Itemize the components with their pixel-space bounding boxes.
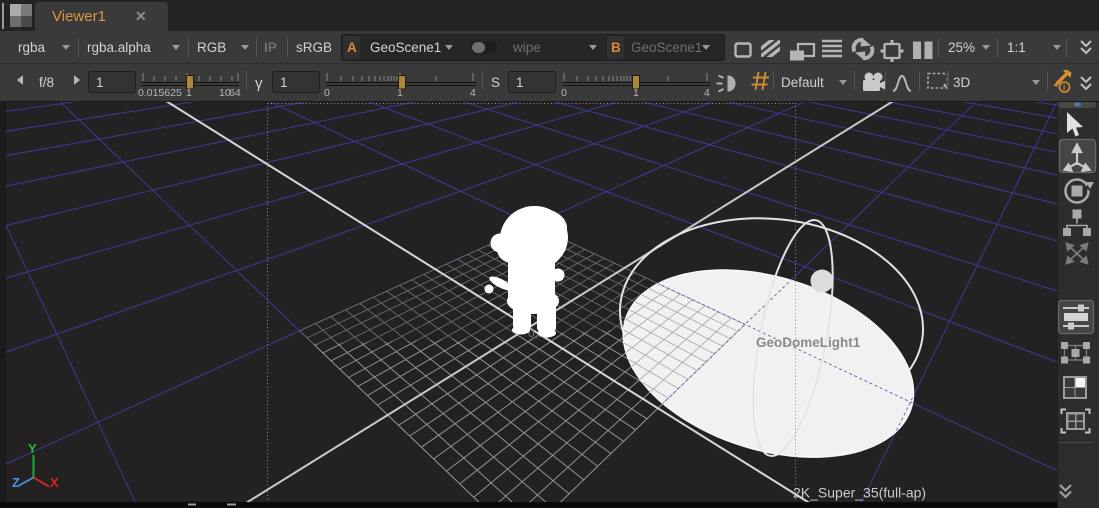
svg-text:Z: Z	[12, 475, 20, 490]
svg-text:Y: Y	[28, 441, 37, 456]
svg-text:X: X	[50, 475, 59, 490]
svg-text:GeoDomeLight1: GeoDomeLight1	[756, 335, 861, 350]
svg-text:i: i	[1063, 83, 1065, 92]
svg-text:2K_Super_35(full-ap): 2K_Super_35(full-ap)	[793, 485, 926, 501]
